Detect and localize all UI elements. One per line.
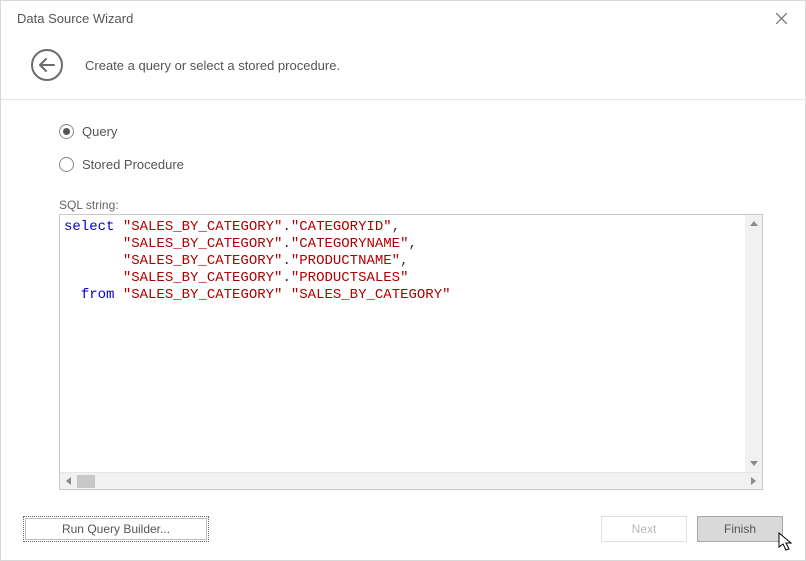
close-icon xyxy=(776,13,787,24)
back-button[interactable] xyxy=(31,49,63,81)
radio-icon xyxy=(59,157,74,172)
close-button[interactable] xyxy=(771,8,791,28)
radio-stored-procedure[interactable]: Stored Procedure xyxy=(59,157,763,172)
scrollbar-thumb[interactable] xyxy=(77,475,95,488)
footer-right: Next Finish xyxy=(601,516,783,542)
wizard-header: Create a query or select a stored proced… xyxy=(1,35,805,100)
sql-content[interactable]: select "SALES_BY_CATEGORY"."CATEGORYID",… xyxy=(60,215,762,472)
radio-query-label: Query xyxy=(82,124,117,139)
wizard-window: Data Source Wizard Create a query or sel… xyxy=(0,0,806,561)
scroll-right-icon[interactable] xyxy=(745,473,762,490)
wizard-body: Query Stored Procedure SQL string: selec… xyxy=(1,100,805,490)
sql-editor[interactable]: select "SALES_BY_CATEGORY"."CATEGORYID",… xyxy=(59,214,763,490)
wizard-subtitle: Create a query or select a stored proced… xyxy=(85,58,340,73)
window-title: Data Source Wizard xyxy=(17,11,133,26)
scroll-down-icon[interactable] xyxy=(745,455,762,472)
finish-label: Finish xyxy=(724,522,756,536)
finish-button[interactable]: Finish xyxy=(697,516,783,542)
scroll-up-icon[interactable] xyxy=(745,215,762,232)
horizontal-scrollbar[interactable] xyxy=(60,472,762,489)
run-query-builder-label: Run Query Builder... xyxy=(62,522,170,536)
titlebar: Data Source Wizard xyxy=(1,1,805,35)
run-query-builder-button[interactable]: Run Query Builder... xyxy=(23,516,209,542)
vertical-scrollbar[interactable] xyxy=(745,215,762,472)
wizard-footer: Run Query Builder... Next Finish xyxy=(1,490,805,560)
sql-string-label: SQL string: xyxy=(59,198,763,212)
next-label: Next xyxy=(632,522,657,536)
radio-icon xyxy=(59,124,74,139)
scrollbar-track[interactable] xyxy=(77,473,745,489)
next-button: Next xyxy=(601,516,687,542)
radio-stored-procedure-label: Stored Procedure xyxy=(82,157,184,172)
radio-query[interactable]: Query xyxy=(59,124,763,139)
scroll-left-icon[interactable] xyxy=(60,473,77,490)
arrow-left-icon xyxy=(39,58,55,72)
